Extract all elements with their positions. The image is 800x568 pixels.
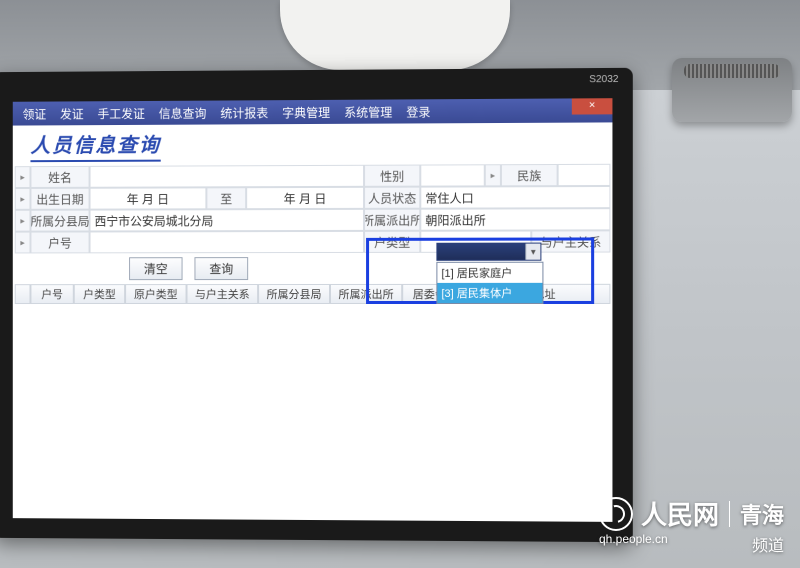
monitor-model-label: S2032: [589, 74, 618, 85]
col-orig-hhtype[interactable]: 原户类型: [125, 284, 186, 304]
dob-from-input[interactable]: 年 月 日: [90, 187, 207, 209]
menu-xitong[interactable]: 系统管理: [344, 103, 392, 120]
page-title: 人员信息查询: [30, 129, 160, 162]
watermark: 人民网 青海 qh.people.cn 频道: [599, 495, 784, 556]
headrel-label: 与户主关系: [531, 230, 610, 252]
gender-expander[interactable]: ▸: [485, 164, 501, 186]
gender-label: 性别: [364, 165, 420, 187]
dob-to-input[interactable]: 年 月 日: [246, 187, 364, 209]
row-expander[interactable]: ▸: [15, 166, 31, 188]
monitor-frame: S2032 × 领证 发证 手工发证 信息查询 统计报表 字典管理 系统管理 登…: [0, 68, 633, 542]
col-hhtype[interactable]: 户类型: [74, 284, 125, 304]
hhno-label: 户号: [30, 231, 89, 253]
watermark-channel: 频道: [752, 532, 784, 556]
menu-login[interactable]: 登录: [406, 103, 430, 120]
menu-fazheng[interactable]: 发证: [60, 105, 84, 122]
hhtype-option-family[interactable]: [1] 居民家庭户: [437, 263, 542, 283]
card-reader-device: [672, 58, 792, 122]
query-button[interactable]: 查询: [194, 257, 248, 280]
col-bureau[interactable]: 所属分县局: [258, 284, 330, 304]
menu-zidian[interactable]: 字典管理: [282, 103, 330, 120]
hhtype-dropdown: [1] 居民家庭户 [3] 居民集体户: [436, 262, 543, 304]
col-station[interactable]: 所属派出所: [330, 284, 402, 304]
clear-button[interactable]: 清空: [129, 257, 182, 280]
row-expander[interactable]: ▸: [15, 188, 31, 210]
name-label: 姓名: [30, 166, 89, 188]
watermark-brand: 人民网: [641, 495, 719, 532]
chevron-down-icon[interactable]: ▼: [525, 244, 540, 260]
bureau-label: 所属分县局: [30, 210, 89, 232]
station-value[interactable]: 朝阳派出所: [420, 208, 610, 231]
gender-select[interactable]: [420, 164, 484, 186]
status-value[interactable]: 常住人口: [420, 186, 610, 209]
watermark-divider: [729, 501, 730, 527]
hhtype-option-collective[interactable]: [3] 居民集体户: [437, 283, 542, 303]
col-headrel[interactable]: 与户主关系: [187, 284, 259, 304]
col-hhno[interactable]: 户号: [30, 284, 73, 304]
bureau-value[interactable]: 西宁市公安局城北分局: [90, 209, 364, 232]
dob-to-label: 至: [206, 187, 246, 209]
hhno-input[interactable]: [90, 231, 364, 253]
menu-bar: 领证 发证 手工发证 信息查询 统计报表 字典管理 系统管理 登录: [13, 98, 613, 125]
col-selector[interactable]: [15, 284, 31, 304]
menu-xinxi[interactable]: 信息查询: [159, 104, 207, 121]
watermark-logo-icon: [599, 497, 633, 531]
menu-tongji[interactable]: 统计报表: [220, 104, 268, 121]
page-title-bar: 人员信息查询: [13, 122, 613, 164]
name-input[interactable]: [90, 165, 364, 188]
row-expander[interactable]: ▸: [15, 232, 31, 254]
menu-lingzheng[interactable]: 领证: [23, 105, 47, 122]
hhtype-combobox[interactable]: ▼: [436, 243, 541, 261]
station-label: 所属派出所: [364, 209, 420, 231]
dob-label: 出生日期: [30, 188, 89, 210]
row-expander[interactable]: ▸: [15, 210, 31, 232]
screen: × 领证 发证 手工发证 信息查询 统计报表 字典管理 系统管理 登录 人员信息…: [13, 98, 613, 522]
menu-shougong[interactable]: 手工发证: [97, 104, 144, 121]
watermark-region: 青海: [740, 498, 784, 530]
hhtype-label: 户类型: [364, 231, 420, 253]
watermark-url: qh.people.cn: [599, 532, 668, 556]
nation-label: 民族: [501, 164, 558, 186]
window-close-button[interactable]: ×: [572, 98, 613, 114]
status-label: 人员状态: [364, 187, 420, 209]
nation-select[interactable]: [558, 164, 611, 186]
desk-object: [280, 0, 510, 70]
